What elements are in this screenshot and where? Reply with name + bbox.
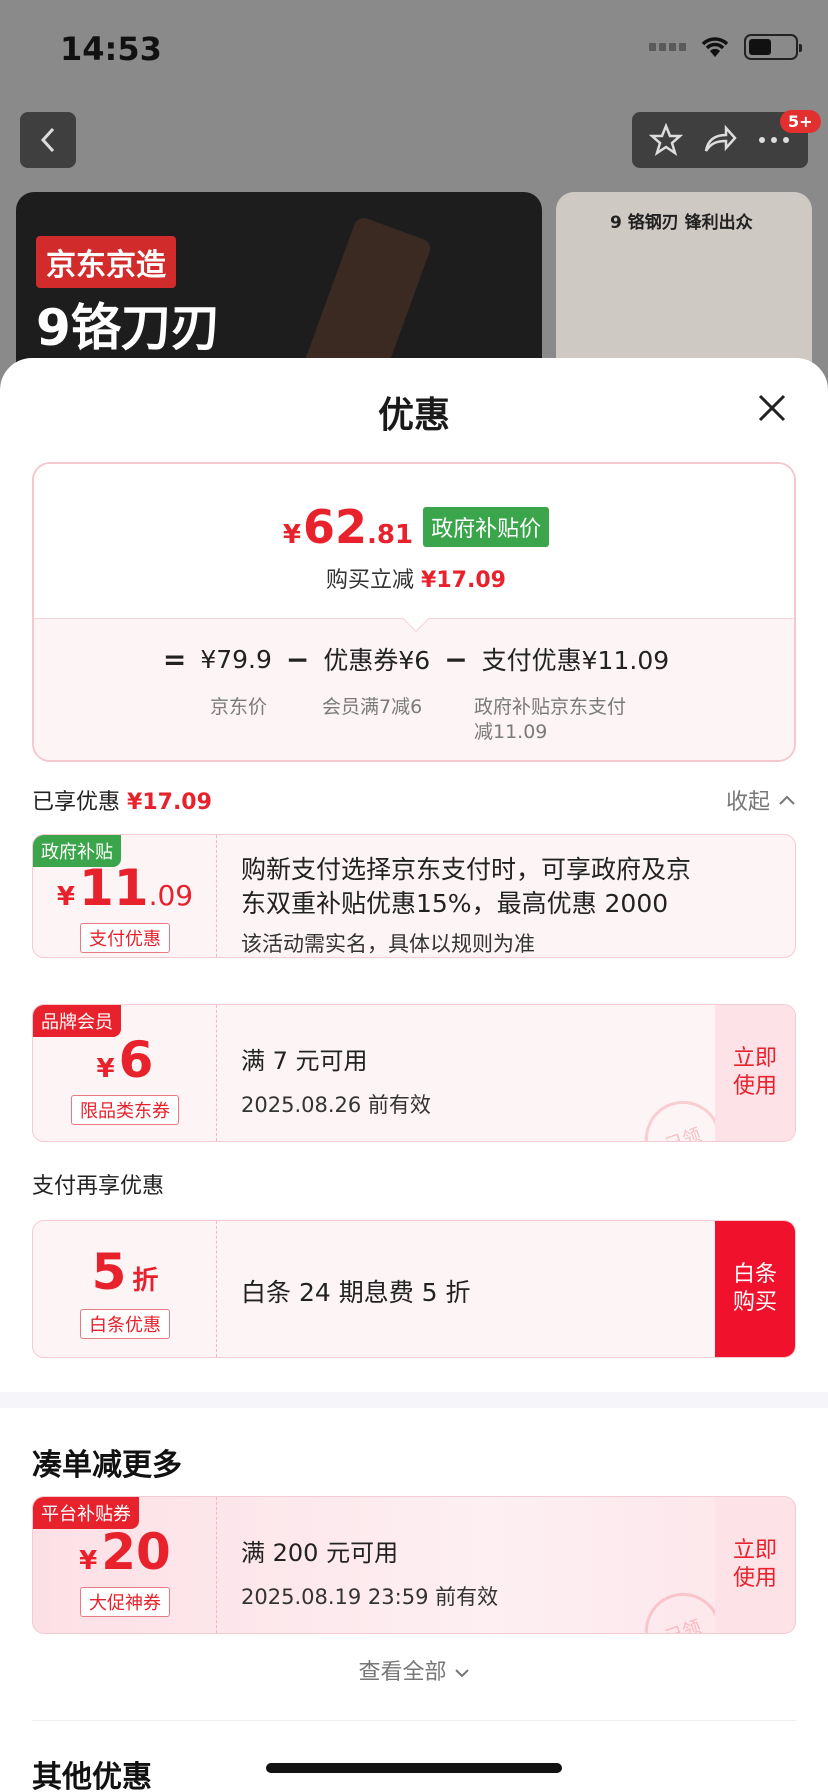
divider-line xyxy=(32,1720,796,1721)
battery-icon xyxy=(744,34,802,60)
wifi-icon xyxy=(701,37,729,57)
view-all-button[interactable]: 查看全部 xyxy=(0,1654,828,1686)
other-discounts-title: 其他优惠 xyxy=(32,1760,152,1792)
coupon-description: 白条 24 期息费 5 折 xyxy=(241,1278,471,1307)
coupon-validity: 2025.08.26 前有效 xyxy=(241,1093,431,1117)
minus-sign: − xyxy=(285,642,310,676)
cart-badge: 5+ xyxy=(780,110,821,133)
use-now-button[interactable]: 立即 使用 xyxy=(715,1497,795,1633)
star-icon[interactable] xyxy=(649,123,684,157)
more-icon[interactable] xyxy=(757,135,791,145)
payment-discount: 支付优惠¥11.09 xyxy=(481,646,670,675)
coupon-kind: 限品类东券 xyxy=(71,1095,179,1125)
collapse-toggle[interactable]: 收起 xyxy=(726,784,796,816)
instant-reduction: 购买立减 ¥17.09 xyxy=(326,568,506,593)
coupon-kind: 支付优惠 xyxy=(80,923,170,953)
coupon-condition: 满 200 元可用 xyxy=(241,1539,399,1567)
price-formula: = ¥79.9 − 优惠券¥6 − 支付优惠¥11.09 xyxy=(34,641,794,677)
jd-price-label: 京东价 xyxy=(210,696,268,718)
baitiao-coupon: 5 折 白条优惠 白条 24 期息费 5 折 白条 购买 xyxy=(32,1220,796,1358)
coupon-kind: 大促神券 xyxy=(80,1587,170,1617)
jd-price: ¥79.9 xyxy=(200,644,272,674)
banner-tag: 京东京造 xyxy=(36,236,176,288)
payment-discount-label: 政府补贴京东支付 减11.09 xyxy=(474,696,627,743)
thumbnail-caption: 9 铬钢刃 锋利出众 xyxy=(610,213,753,233)
coupon-condition: 满 7 元可用 xyxy=(241,1047,368,1075)
coupon-description: 购新支付选择京东支付时，可享政府及京 xyxy=(241,855,692,884)
discount-sheet: 优惠 = ¥79.9 − 优惠券¥6 − 支付优惠¥11.09 京东价 会员满7… xyxy=(0,358,828,1792)
banner-title: 9铬刀刃 xyxy=(36,299,221,357)
coupon-kind: 白条优惠 xyxy=(80,1309,170,1339)
baitiao-buy-button[interactable]: 白条 购买 xyxy=(715,1221,795,1357)
chevron-down-icon xyxy=(454,1669,469,1678)
gov-subsidy-coupon: 政府补贴 ¥ 11 .09 支付优惠 购新支付选择京东支付时，可享政府及京 东双… xyxy=(32,834,796,958)
back-button[interactable] xyxy=(20,112,76,168)
coupon-discount: 优惠券¥6 xyxy=(323,646,431,675)
coupon-amount: ¥ 20 xyxy=(79,1523,171,1581)
gov-subsidy-tag: 政府补贴价 xyxy=(423,507,550,547)
coupon-note: 该活动需实名，具体以规则为准 xyxy=(241,932,535,956)
brand-member-coupon: 品牌会员 ¥ 6 限品类东券 满 7 元可用 2025.08.26 前有效 已领… xyxy=(32,1004,796,1142)
cellular-signal-icon xyxy=(649,43,686,51)
minus-sign: − xyxy=(444,642,468,676)
combine-order-title: 凑单减更多 xyxy=(32,1448,182,1483)
status-time: 14:53 xyxy=(60,30,162,68)
platform-subsidy-coupon: 平台补贴券 ¥ 20 大促神券 满 200 元可用 2025.08.19 23:… xyxy=(32,1496,796,1634)
section-divider xyxy=(0,1392,828,1408)
background-page: 14:53 5+ 京东京造 9铬刀刃 9 铬钢刃 锋利出众 xyxy=(0,0,828,400)
coupon-discount-label: 会员满7减6 xyxy=(322,696,423,718)
enjoyed-discounts-label: 已享优惠 ¥17.09 xyxy=(32,790,212,815)
share-icon[interactable] xyxy=(702,123,738,157)
status-bar: 14:53 xyxy=(0,0,828,100)
coupon-amount: ¥ 6 xyxy=(96,1031,154,1089)
status-icons xyxy=(649,34,802,60)
final-price: ¥ 62 .81 政府补贴价 xyxy=(34,500,794,554)
close-icon[interactable] xyxy=(752,388,792,428)
sheet-title: 优惠 xyxy=(377,395,450,436)
chevron-left-icon xyxy=(40,127,55,153)
price-summary-card: = ¥79.9 − 优惠券¥6 − 支付优惠¥11.09 京东价 会员满7减6 … xyxy=(32,462,796,762)
use-now-button[interactable]: 立即 使用 xyxy=(715,1005,795,1141)
chevron-up-icon xyxy=(779,795,795,805)
equals-sign: = xyxy=(162,642,187,676)
coupon-validity: 2025.08.19 23:59 前有效 xyxy=(241,1585,499,1609)
home-indicator xyxy=(266,1763,562,1773)
coupon-amount: ¥ 11 .09 xyxy=(56,859,194,917)
pay-more-label: 支付再享优惠 xyxy=(32,1174,165,1199)
coupon-amount: 5 折 xyxy=(91,1243,159,1301)
